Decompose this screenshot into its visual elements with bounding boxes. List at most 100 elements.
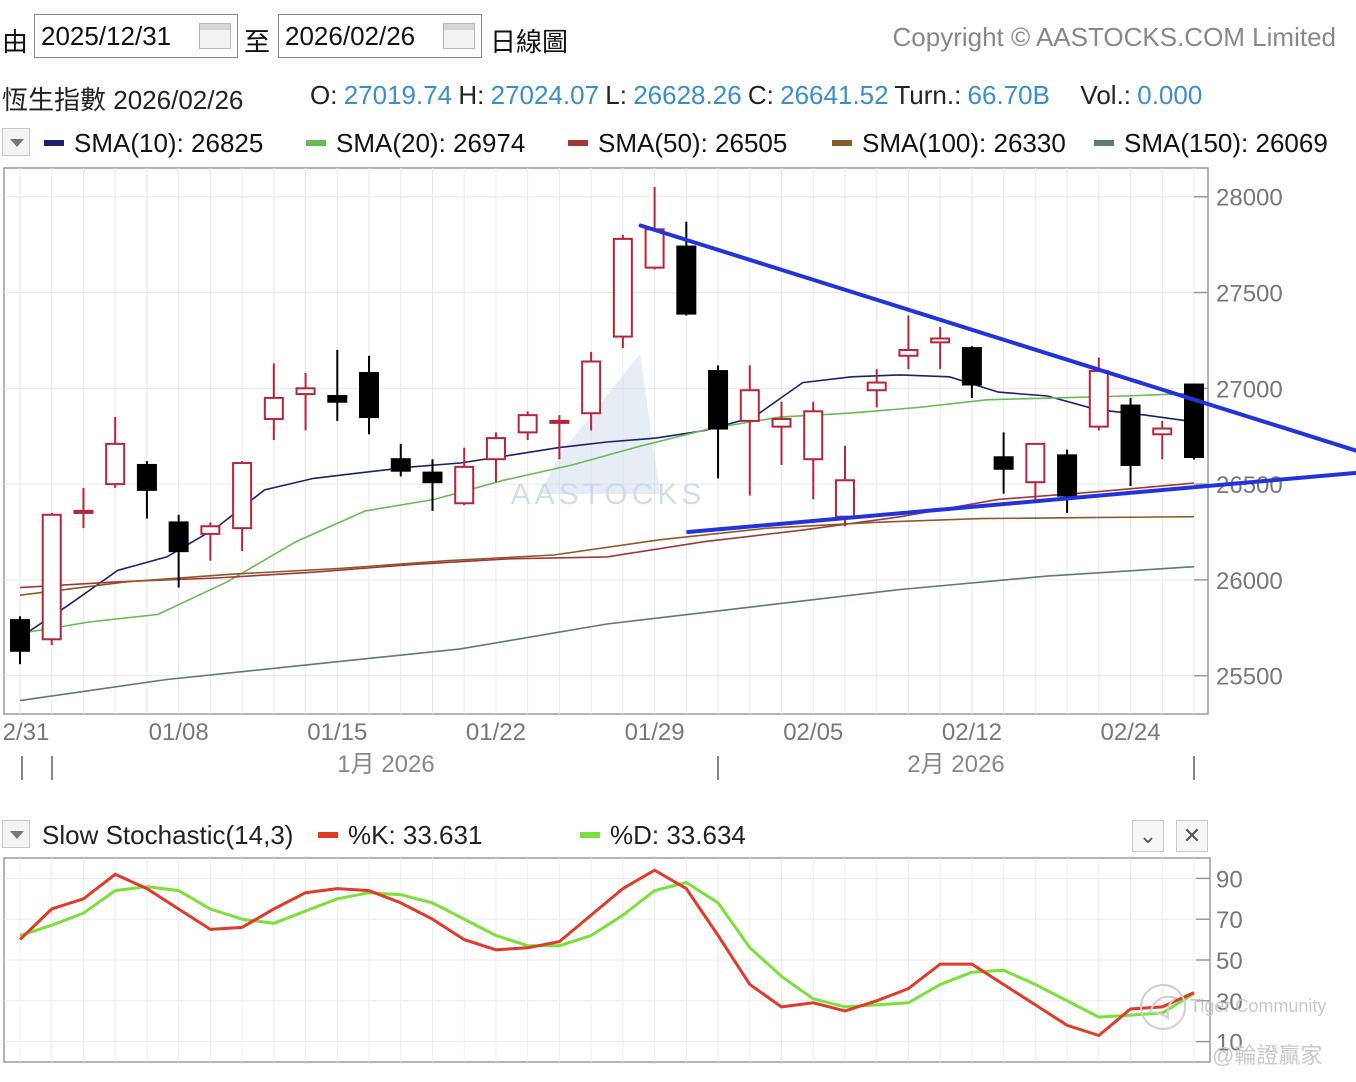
open-value: 27019.74	[343, 80, 453, 110]
candle-body	[581, 360, 602, 415]
indicator-dropdown[interactable]	[2, 128, 30, 156]
y-tick-label: 25500	[1216, 664, 1283, 691]
calendar-icon[interactable]	[443, 23, 475, 49]
author-watermark: @輪證贏家	[1212, 1043, 1323, 1068]
legend-label: SMA(20): 26974	[336, 128, 526, 158]
close-icon: ✕	[1182, 823, 1202, 848]
legend-sma100: SMA(100): 26330	[832, 128, 1066, 159]
legend-label: SMA(50): 26505	[598, 128, 788, 158]
legend-swatch	[568, 140, 588, 147]
candle-body	[200, 525, 221, 535]
y-tick-label: 90	[1216, 866, 1243, 893]
index-name: 恆生指數	[2, 85, 107, 115]
k-label: %K: 33.631	[348, 820, 483, 850]
low-value: 26628.26	[633, 80, 742, 110]
candle-body	[10, 619, 30, 652]
candle-body	[359, 371, 380, 419]
volume-label: Vol.:	[1080, 80, 1132, 110]
ohlc-row: O: 27019.74 H: 27024.07 L: 26628.26 C: 2…	[310, 80, 1202, 111]
month-label: 2月 2026	[907, 751, 1004, 778]
legend-swatch	[832, 140, 852, 147]
legend-swatch	[1094, 140, 1114, 147]
legend-sma10: SMA(10): 26825	[44, 128, 263, 159]
x-tick-label: 02/12	[942, 719, 1002, 746]
x-tick-label: 02/24	[1101, 719, 1161, 746]
turnover-value: 66.70B	[967, 80, 1050, 110]
tiger-logo-icon	[1140, 984, 1186, 1030]
stochastic-chart[interactable]: 1030507090	[0, 856, 1356, 1072]
candle-body	[961, 347, 982, 386]
quote-row: 恆生指數 2026/02/26	[2, 80, 243, 117]
candle-body	[803, 410, 824, 461]
candle-body	[771, 417, 792, 428]
candle-body	[644, 228, 665, 269]
y-tick-label: 28000	[1216, 185, 1283, 212]
candle-body	[454, 465, 475, 505]
candle-body	[136, 463, 157, 491]
from-label: 由	[2, 27, 29, 57]
community-watermark: Tiger Community	[1190, 996, 1327, 1016]
candle-body	[1120, 404, 1141, 466]
candle-body	[1152, 427, 1173, 436]
x-tick-label: 2/31	[3, 719, 50, 746]
close-value: 26641.52	[780, 80, 889, 110]
candle-body	[1025, 442, 1046, 484]
legend-label: SMA(150): 26069	[1124, 128, 1328, 158]
stoch-d-legend: %D: 33.634	[580, 820, 746, 851]
candle-body	[327, 394, 348, 403]
collapse-button[interactable]: ⌄	[1132, 820, 1164, 852]
candle-body	[612, 237, 633, 338]
candle-body	[708, 370, 729, 430]
close-button[interactable]: ✕	[1176, 820, 1208, 852]
candle-body	[41, 513, 62, 641]
low-label: L:	[605, 80, 627, 110]
candle-body	[1088, 370, 1109, 428]
legend-sma20: SMA(20): 26974	[306, 128, 525, 159]
candle	[612, 235, 633, 349]
legend-label: SMA(100): 26330	[862, 128, 1066, 158]
open-label: O:	[310, 80, 338, 110]
from-date-value: 2025/12/31	[41, 21, 172, 51]
candle-body	[866, 381, 887, 392]
candle-body	[993, 456, 1014, 470]
month-label: 1月 2026	[337, 751, 434, 778]
candle-body	[232, 462, 253, 530]
to-label: 至	[244, 27, 271, 57]
candle-body	[1184, 383, 1204, 458]
price-chart[interactable]: 255002600026500270002750028000AASTOCKS2/…	[0, 164, 1356, 786]
candle-body	[485, 437, 506, 461]
y-tick-label: 27000	[1216, 376, 1283, 403]
x-tick-label: 01/15	[307, 719, 367, 746]
candle-body	[390, 458, 411, 472]
candle	[1184, 383, 1204, 460]
candle-body	[1057, 454, 1078, 497]
candle-body	[676, 245, 697, 315]
d-swatch	[580, 832, 600, 839]
legend-sma150: SMA(150): 26069	[1094, 128, 1328, 159]
x-tick-label: 01/22	[466, 719, 526, 746]
y-tick-label: 50	[1216, 948, 1243, 975]
period-label[interactable]: 日線圖	[490, 22, 568, 59]
candle-body	[422, 471, 443, 484]
from-date-field[interactable]: 2025/12/31	[34, 14, 238, 58]
candle-body	[263, 396, 284, 420]
candle-body	[105, 442, 126, 486]
candle-body	[168, 521, 189, 553]
x-tick-label: 01/08	[149, 719, 209, 746]
quote-date: 2026/02/26	[113, 85, 244, 115]
legend-swatch	[44, 140, 64, 147]
chevron-down-icon: ⌄	[1138, 823, 1158, 848]
y-tick-label: 27500	[1216, 281, 1283, 308]
d-label: %D: 33.634	[610, 820, 746, 850]
y-tick-label: 70	[1216, 907, 1243, 934]
to-date-value: 2026/02/26	[285, 21, 416, 51]
candle-body	[549, 419, 570, 424]
stoch-dropdown[interactable]	[2, 820, 30, 848]
high-label: H:	[458, 80, 485, 110]
calendar-icon[interactable]	[199, 23, 231, 49]
to-date-field[interactable]: 2026/02/26	[278, 14, 482, 58]
high-value: 27024.07	[490, 80, 600, 110]
legend-swatch	[306, 140, 326, 147]
candle-body	[898, 349, 919, 357]
x-tick-label: 02/05	[783, 719, 843, 746]
